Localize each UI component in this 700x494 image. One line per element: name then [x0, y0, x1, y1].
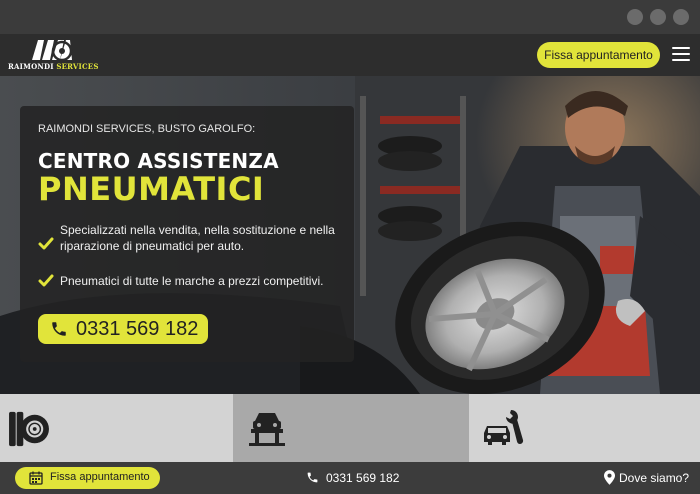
hero-title-line2: PNEUMATICI	[38, 170, 265, 208]
car-lift-icon	[249, 413, 285, 446]
tire-icon	[9, 411, 49, 447]
hero-section: RAIMONDI SERVICES, BUSTO GAROLFO: CENTRO…	[0, 76, 700, 394]
service-tile-tires[interactable]	[0, 394, 233, 462]
map-pin-icon	[604, 470, 615, 485]
bottom-appointment-button[interactable]: Fissa appuntamento	[15, 467, 160, 489]
book-appointment-button[interactable]: Fissa appuntamento	[537, 42, 660, 68]
bottom-action-bar: Fissa appuntamento 0331 569 182 Dove sia…	[0, 462, 700, 494]
hero-bullet: Specializzati nella vendita, nella sosti…	[38, 222, 338, 270]
services-strip	[0, 394, 700, 462]
hero-bullet: Pneumatici di tutte le marche a prezzi c…	[38, 273, 338, 289]
site-header: RAIMONDI SERVICES Fissa appuntamento	[0, 34, 700, 76]
check-icon	[38, 274, 54, 287]
logo-tire-icon	[32, 40, 73, 61]
service-tile-repair[interactable]	[469, 394, 700, 462]
window-control-dot[interactable]	[627, 9, 643, 25]
hero-eyebrow: RAIMONDI SERVICES, BUSTO GAROLFO:	[38, 123, 256, 135]
calendar-icon	[29, 471, 43, 485]
hamburger-icon[interactable]	[672, 46, 690, 62]
car-repair-icon	[484, 410, 524, 445]
service-tile-lift[interactable]	[233, 394, 469, 462]
window-control-dot[interactable]	[650, 9, 666, 25]
phone-icon	[307, 472, 318, 483]
phone-icon	[52, 322, 66, 336]
window-control-dot[interactable]	[673, 9, 689, 25]
brand-logo[interactable]: RAIMONDI SERVICES	[8, 37, 99, 73]
check-icon	[38, 237, 54, 250]
brand-name: RAIMONDI SERVICES	[8, 62, 99, 71]
window-top-strip	[0, 0, 700, 34]
hero-info-card: RAIMONDI SERVICES, BUSTO GAROLFO: CENTRO…	[20, 106, 354, 362]
call-phone-button[interactable]: 0331 569 182	[38, 314, 208, 344]
